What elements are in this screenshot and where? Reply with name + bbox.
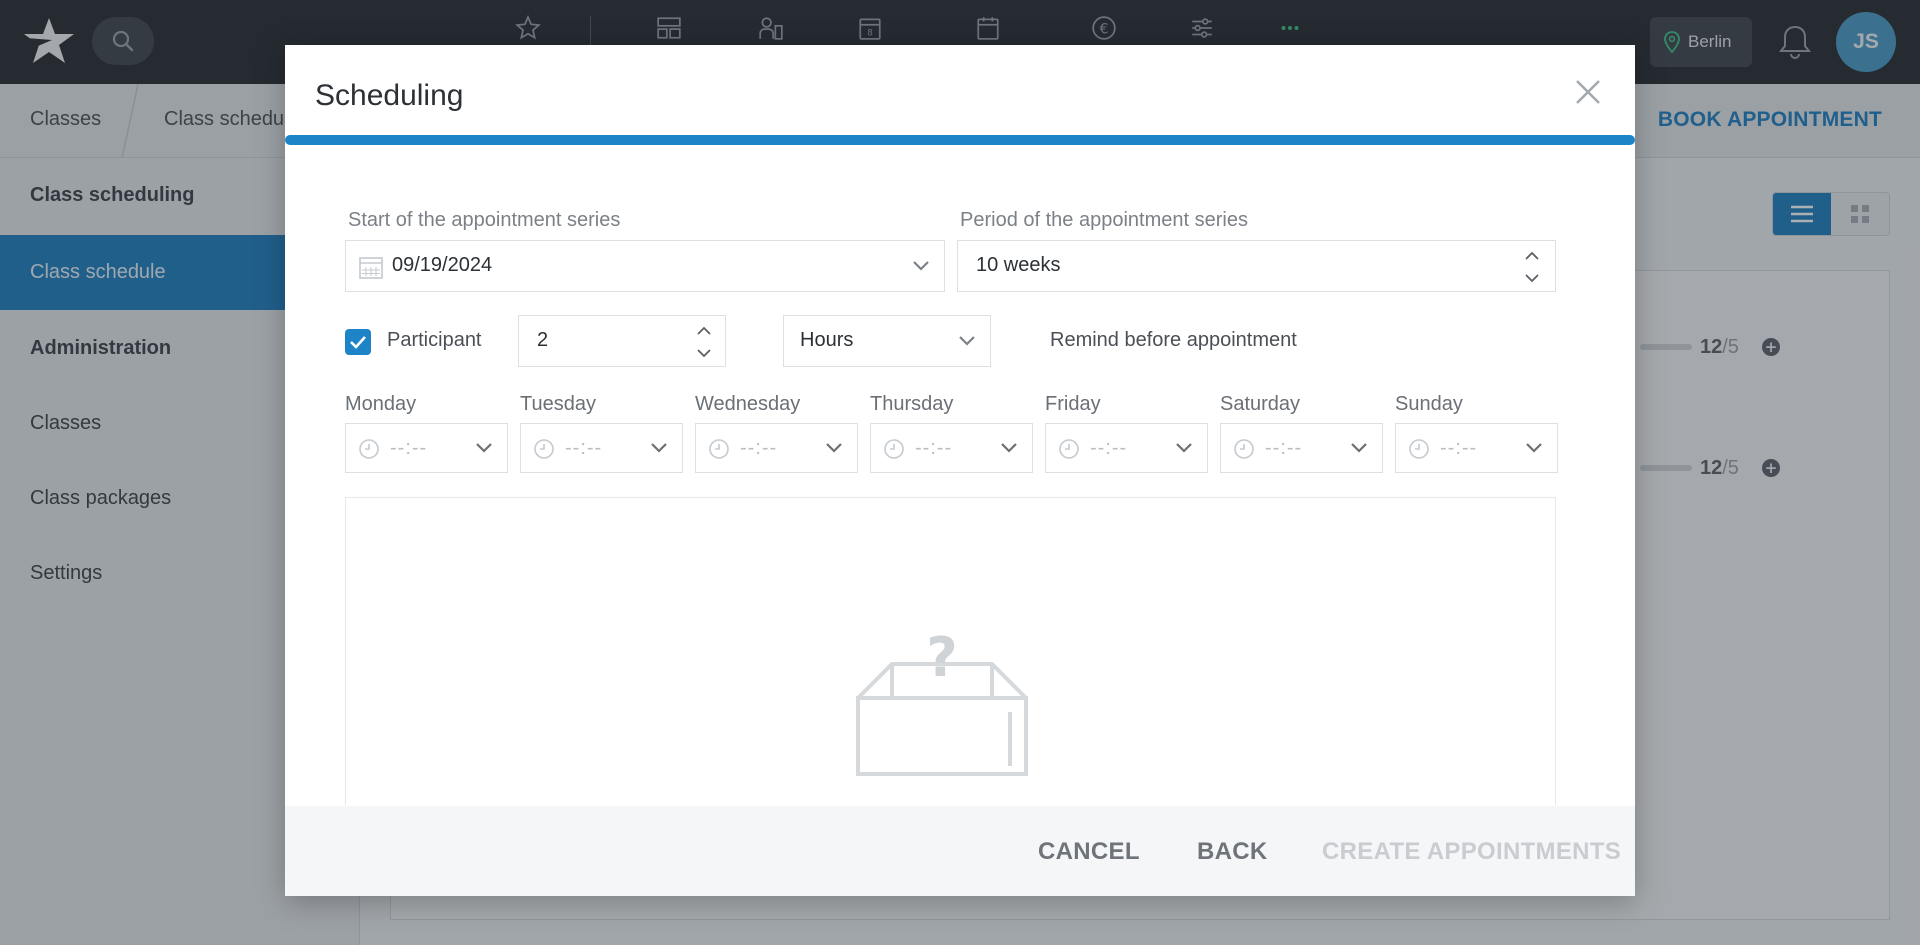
chevron-down-icon xyxy=(1001,443,1017,453)
time-select-wednesday[interactable]: --:-- xyxy=(695,423,858,473)
time-value: --:-- xyxy=(390,437,428,459)
remind-amount-input[interactable]: 2 xyxy=(518,315,726,367)
time-value: --:-- xyxy=(1440,437,1478,459)
svg-text:?: ? xyxy=(926,628,957,689)
chevron-down-icon xyxy=(1526,443,1542,453)
appointments-preview: ? xyxy=(345,497,1556,805)
dialog-footer: CANCEL BACK CREATE APPOINTMENTS xyxy=(285,806,1635,896)
time-select-sunday[interactable]: --:-- xyxy=(1395,423,1558,473)
chevron-down-icon xyxy=(1351,443,1367,453)
chevron-down-icon xyxy=(476,443,492,453)
time-select-thursday[interactable]: --:-- xyxy=(870,423,1033,473)
stepper-icon[interactable] xyxy=(1523,247,1541,287)
remind-unit-select[interactable]: Hours xyxy=(783,315,991,367)
time-select-friday[interactable]: --:-- xyxy=(1045,423,1208,473)
clock-icon xyxy=(1059,439,1079,459)
day-label-tuesday: Tuesday xyxy=(520,393,596,415)
start-date-label: Start of the appointment series xyxy=(348,209,621,231)
create-appointments-button[interactable]: CREATE APPOINTMENTS xyxy=(1322,838,1621,866)
day-label-saturday: Saturday xyxy=(1220,393,1301,415)
clock-icon xyxy=(1234,439,1254,459)
clock-icon xyxy=(884,439,904,459)
time-select-saturday[interactable]: --:-- xyxy=(1220,423,1383,473)
chevron-down-icon xyxy=(959,336,975,346)
period-label: Period of the appointment series xyxy=(960,209,1248,231)
period-value: 10 weeks xyxy=(976,254,1061,276)
day-label-thursday: Thursday xyxy=(870,393,954,415)
start-date-value: 09/19/2024 xyxy=(392,254,493,276)
stepper-icon[interactable] xyxy=(695,322,713,362)
calendar-icon xyxy=(359,257,383,279)
clock-icon xyxy=(359,439,379,459)
start-date-picker[interactable]: 09/19/2024 xyxy=(345,240,945,292)
empty-box-question-icon: ? xyxy=(856,628,1028,776)
remind-unit-value: Hours xyxy=(800,329,854,351)
period-input[interactable]: 10 weeks xyxy=(957,240,1556,292)
time-value: --:-- xyxy=(1265,437,1303,459)
clock-icon xyxy=(1409,439,1429,459)
back-button[interactable]: BACK xyxy=(1197,838,1268,866)
time-select-monday[interactable]: --:-- xyxy=(345,423,508,473)
time-select-tuesday[interactable]: --:-- xyxy=(520,423,683,473)
cancel-button[interactable]: CANCEL xyxy=(1038,838,1140,866)
scheduling-dialog: Scheduling Start of the appointment seri… xyxy=(285,45,1635,896)
dialog-title: Scheduling xyxy=(315,79,464,112)
checkmark-icon xyxy=(350,336,366,349)
chevron-down-icon xyxy=(913,261,929,271)
time-value: --:-- xyxy=(740,437,778,459)
time-value: --:-- xyxy=(915,437,953,459)
chevron-down-icon xyxy=(826,443,842,453)
participant-checkbox[interactable] xyxy=(345,329,371,355)
remind-amount-value: 2 xyxy=(537,329,549,351)
day-label-sunday: Sunday xyxy=(1395,393,1463,415)
chevron-down-icon xyxy=(651,443,667,453)
day-label-monday: Monday xyxy=(345,393,417,415)
clock-icon xyxy=(709,439,729,459)
chevron-down-icon xyxy=(1176,443,1192,453)
time-value: --:-- xyxy=(1090,437,1128,459)
remind-label: Remind before appointment xyxy=(1050,329,1297,351)
participant-label: Participant xyxy=(387,329,482,351)
day-label-friday: Friday xyxy=(1045,393,1101,415)
day-label-wednesday: Wednesday xyxy=(695,393,801,415)
clock-icon xyxy=(534,439,554,459)
progress-bar xyxy=(285,135,1635,145)
time-value: --:-- xyxy=(565,437,603,459)
close-icon[interactable] xyxy=(1571,75,1605,109)
